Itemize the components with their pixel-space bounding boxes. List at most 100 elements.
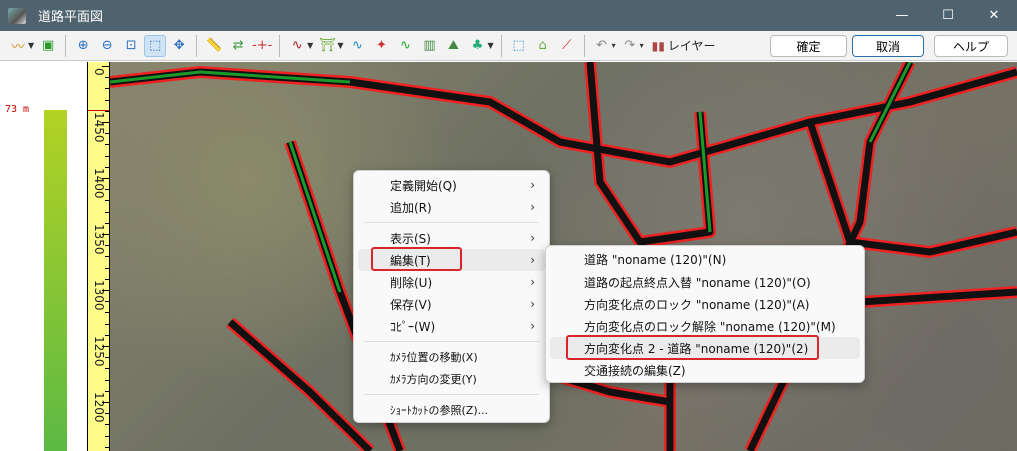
chevron-right-icon: › <box>530 275 535 289</box>
menu-item-label: ｶﾒﾗ方向の変更(Y) <box>390 373 477 386</box>
menu-item-label: 方向変化点のロック "noname (120)"(A) <box>584 297 810 312</box>
zoom-out-icon[interactable]: ⊖ <box>96 35 118 57</box>
split-icon[interactable]: -+- <box>251 35 273 57</box>
menu-item-label: 表示(S) <box>390 231 431 246</box>
ruler-tick <box>105 368 109 370</box>
menu-item-camera-direction[interactable]: ｶﾒﾗ方向の変更(Y) <box>358 368 545 390</box>
zoom-window-icon[interactable]: ⬚ <box>144 34 167 57</box>
ruler-tick <box>105 200 109 202</box>
confirm-button[interactable]: 確定 <box>770 35 847 57</box>
layer-button[interactable]: ▮▮ レイヤー <box>652 37 716 54</box>
submenu-item-traffic-connection[interactable]: 交通接続の編集(Z) <box>550 359 860 381</box>
building-icon[interactable]: ▥ <box>418 35 440 57</box>
chevron-right-icon: › <box>530 178 535 192</box>
chevron-right-icon: › <box>530 231 535 245</box>
layer-label: レイヤー <box>667 39 716 53</box>
ruler-label: 1250 <box>92 336 106 367</box>
ruler-tick <box>105 144 109 146</box>
maximize-button[interactable]: ☐ <box>925 0 971 31</box>
submenu-item-lock-vertex[interactable]: 方向変化点のロック "noname (120)"(A) <box>550 293 860 315</box>
chevron-down-icon[interactable]: ▾ <box>640 41 644 50</box>
menu-item-shortcuts[interactable]: ｼｮｰﾄｶｯﾄの参照(Z)... <box>358 399 545 421</box>
cancel-button[interactable]: 取消 <box>852 35 924 57</box>
zoom-in-icon[interactable]: ⊕ <box>72 35 94 57</box>
menu-item-label: 道路の起点終点入替 "noname (120)"(O) <box>584 275 811 290</box>
ruler-tick <box>102 346 109 347</box>
distance-ruler[interactable]: 0 1450 1400 1350 1300 1250 1200 <box>87 62 110 451</box>
chevron-down-icon[interactable]: ▼ <box>307 41 313 50</box>
pan-icon[interactable]: ✥ <box>168 35 190 57</box>
chevron-down-icon[interactable]: ▼ <box>487 41 493 50</box>
ruler-tick <box>105 390 109 392</box>
ruler-tick <box>105 88 109 90</box>
edit-submenu: 道路 "noname (120)"(N) 道路の起点終点入替 "noname (… <box>545 245 865 383</box>
ruler-tick <box>102 178 109 179</box>
menu-item-view[interactable]: 表示(S) › <box>358 227 545 249</box>
menu-item-define-start[interactable]: 定義開始(Q) › <box>358 174 545 196</box>
help-button[interactable]: ヘルプ <box>934 35 1008 57</box>
ruler-tick <box>102 290 109 291</box>
ruler-tick <box>105 256 109 258</box>
menu-item-label: 追加(R) <box>390 200 432 215</box>
ruler-label: 1300 <box>92 280 106 311</box>
ruler-label: 1200 <box>92 392 106 423</box>
submenu-item-unlock-vertex[interactable]: 方向変化点のロック解除 "noname (120)"(M) <box>550 315 860 337</box>
ruler-tick <box>105 110 109 112</box>
ruler-tick <box>105 301 109 303</box>
zoom-fit-icon[interactable]: ⊡ <box>120 35 142 57</box>
menu-item-label: 道路 "noname (120)"(N) <box>584 252 727 267</box>
cut-line-icon[interactable]: ⟋ <box>556 35 578 57</box>
highlight-box-edit <box>371 247 462 271</box>
window-title: 道路平面図 <box>38 10 104 25</box>
bridge-icon[interactable]: ⛩ <box>316 35 338 57</box>
ruler-tick <box>105 155 109 157</box>
save-icon[interactable]: ▣ <box>37 35 59 57</box>
menu-item-save[interactable]: 保存(V) › <box>358 293 545 315</box>
menu-item-delete[interactable]: 削除(U) › <box>358 271 545 293</box>
measure-icon[interactable]: 📏 <box>203 35 225 57</box>
context-menu: 定義開始(Q) › 追加(R) › 表示(S) › 編集(T) › 削除(U) › 保存(… <box>353 170 550 423</box>
menu-item-add[interactable]: 追加(R) › <box>358 196 545 218</box>
green-line-icon[interactable]: ∿ <box>394 35 416 57</box>
close-button[interactable]: ✕ <box>971 0 1017 31</box>
ruler-tick <box>105 278 109 280</box>
submenu-item-road[interactable]: 道路 "noname (120)"(N) <box>550 248 860 270</box>
chevron-down-icon[interactable]: ▼ <box>28 41 34 50</box>
divider <box>583 34 585 57</box>
ruler-label: 1400 <box>92 168 106 199</box>
ruler-tick <box>105 323 109 325</box>
chevron-down-icon[interactable]: ▼ <box>337 41 343 50</box>
ruler-tick <box>105 222 109 224</box>
menu-item-move-camera[interactable]: ｶﾒﾗ位置の移動(X) <box>358 346 545 368</box>
chevron-down-icon[interactable]: ▾ <box>612 41 616 50</box>
select-rect-icon[interactable]: ⬚ <box>508 35 530 57</box>
ruler-tick <box>105 446 109 448</box>
submenu-item-swap-endpoints[interactable]: 道路の起点終点入替 "noname (120)"(O) <box>550 271 860 293</box>
ruler-tick <box>105 245 109 247</box>
redo-icon[interactable]: ↷ <box>619 35 641 57</box>
undo-icon[interactable]: ↶ <box>591 35 613 57</box>
trees-icon[interactable]: ♣ <box>466 35 488 57</box>
elevation-label: 73 m <box>5 104 30 115</box>
elevation-gradient-bar <box>44 110 67 451</box>
swap-icon[interactable]: ⇄ <box>227 35 249 57</box>
ruler-tick <box>105 424 109 426</box>
road-line-icon[interactable]: ∿ <box>346 35 368 57</box>
ruler-tick <box>105 312 109 314</box>
ruler-tick <box>102 66 109 67</box>
chevron-right-icon: › <box>530 200 535 214</box>
ruler-tick <box>105 357 109 359</box>
chevron-right-icon: › <box>530 297 535 311</box>
menu-item-copy[interactable]: ｺﾋﾟｰ(W) › <box>358 315 545 337</box>
ruler-label: 1350 <box>92 224 106 255</box>
minimize-button[interactable]: — <box>879 0 925 31</box>
menu-item-label: 方向変化点のロック解除 "noname (120)"(M) <box>584 319 836 334</box>
intersection-icon[interactable]: ✦ <box>370 35 392 57</box>
landscape-icon[interactable]: ⛰ <box>442 35 464 57</box>
terrain-icon[interactable]: 〰 <box>7 35 29 57</box>
add-object-icon[interactable]: ⌂ <box>532 35 554 57</box>
divider <box>65 34 67 57</box>
polyline-icon[interactable]: ∿ <box>286 35 308 57</box>
ruler-label: 1450 <box>92 112 106 143</box>
menu-item-label: 定義開始(Q) <box>390 178 457 193</box>
